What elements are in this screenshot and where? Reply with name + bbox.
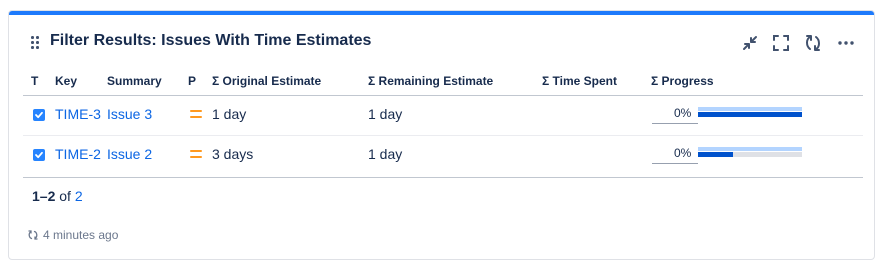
- column-header-summary[interactable]: Summary: [107, 74, 162, 88]
- last-refreshed: 4 minutes ago: [27, 228, 118, 242]
- issue-key-link[interactable]: TIME-2: [55, 146, 101, 162]
- drag-handle-icon[interactable]: [31, 36, 39, 50]
- original-estimate: 3 days: [212, 146, 254, 162]
- column-header-progress[interactable]: Σ Progress: [651, 74, 714, 88]
- pagination: 1–2 of 2: [32, 188, 83, 204]
- remaining-estimate: 1 day: [368, 106, 403, 122]
- priority-medium-icon: [190, 110, 202, 120]
- progress-baseline: [652, 163, 698, 164]
- column-header-key[interactable]: Key: [55, 74, 77, 88]
- column-header-time-spent[interactable]: Σ Time Spent: [542, 74, 617, 88]
- table-bottom-divider: [23, 177, 863, 178]
- task-icon: [33, 109, 45, 121]
- filter-results-gadget: Filter Results: Issues With Time Estimat…: [8, 10, 875, 260]
- remaining-estimate: 1 day: [368, 146, 403, 162]
- gadget-accent-bar: [9, 11, 874, 15]
- row-divider: [23, 135, 863, 136]
- column-header-priority[interactable]: P: [188, 74, 196, 88]
- issue-key-link[interactable]: TIME-3: [55, 106, 101, 122]
- last-refreshed-text: 4 minutes ago: [43, 228, 119, 242]
- task-icon: [33, 149, 45, 161]
- estimate-bar: [698, 107, 802, 111]
- refresh-small-icon[interactable]: [27, 229, 39, 241]
- pagination-of-label: of: [59, 188, 71, 204]
- priority-medium-icon: [190, 150, 202, 160]
- issue-summary-link[interactable]: Issue 2: [107, 146, 152, 162]
- minimize-icon[interactable]: [740, 33, 760, 53]
- progress-percent: 0%: [674, 146, 692, 160]
- column-header-type[interactable]: T: [31, 74, 38, 88]
- header-divider: [23, 95, 863, 96]
- gadget-title: Filter Results: Issues With Time Estimat…: [50, 32, 372, 49]
- issue-summary-link[interactable]: Issue 3: [107, 106, 152, 122]
- column-header-original-estimate[interactable]: Σ Original Estimate: [212, 74, 321, 88]
- remaining-bar: [698, 112, 802, 117]
- fullscreen-icon[interactable]: [771, 33, 791, 53]
- more-icon[interactable]: [836, 33, 856, 53]
- progress-baseline: [652, 123, 698, 124]
- refresh-icon[interactable]: [803, 33, 823, 53]
- progress-percent: 0%: [674, 106, 692, 120]
- pagination-range: 1–2: [32, 188, 56, 204]
- column-header-remaining-estimate[interactable]: Σ Remaining Estimate: [368, 74, 493, 88]
- original-estimate: 1 day: [212, 106, 247, 122]
- remaining-bar: [698, 152, 733, 157]
- estimate-bar: [698, 147, 802, 151]
- pagination-total-link[interactable]: 2: [75, 188, 83, 204]
